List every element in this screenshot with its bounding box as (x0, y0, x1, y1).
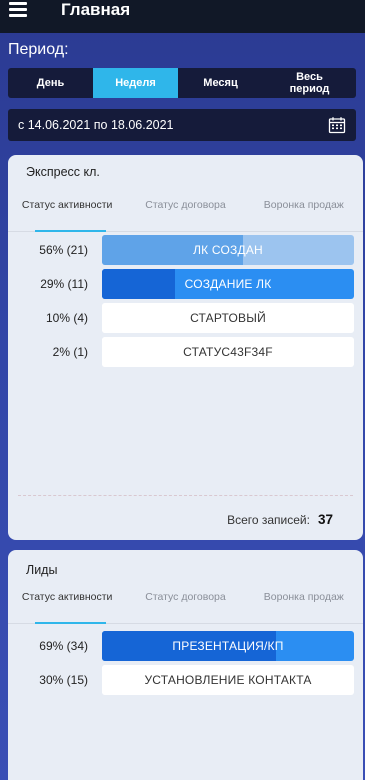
leads-tabs: Статус активности Статус договора Воронк… (8, 588, 363, 624)
row-bar: СОЗДАНИЕ ЛК (102, 269, 354, 299)
express-row[interactable]: 2% (1) СТАТУС43F34F (8, 337, 363, 367)
express-row[interactable]: 29% (11) СОЗДАНИЕ ЛК (8, 269, 363, 299)
leads-row[interactable]: 69% (34) ПРЕЗЕНТАЦИЯ/КП (8, 631, 363, 661)
leads-card-title: Лиды (26, 563, 58, 577)
express-tabs: Статус активности Статус договора Воронк… (8, 196, 363, 232)
row-percent: 56% (21) (39, 243, 88, 257)
row-percent: 30% (15) (39, 673, 88, 687)
leads-row[interactable]: 30% (15) УСТАНОВЛЕНИЕ КОНТАКТА (8, 665, 363, 695)
divider (18, 495, 353, 496)
express-row[interactable]: 10% (4) СТАРТОВЫЙ (8, 303, 363, 333)
date-range-field[interactable]: с 14.06.2021 по 18.06.2021 (8, 109, 356, 141)
tab-contract-status[interactable]: Статус договора (126, 196, 244, 231)
row-bar: ПРЕЗЕНТАЦИЯ/КП (102, 631, 354, 661)
period-selector: День Неделя Месяц Весь период (8, 68, 356, 98)
row-bar: УСТАНОВЛЕНИЕ КОНТАКТА (102, 665, 354, 695)
row-bar: СТАРТОВЫЙ (102, 303, 354, 333)
tab-activity-status[interactable]: Статус активности (8, 588, 126, 624)
calendar-icon[interactable] (328, 116, 346, 134)
period-option-all[interactable]: Весь период (263, 68, 356, 98)
top-app-bar: Главная (0, 0, 365, 33)
row-label: СТАТУС43F34F (183, 345, 273, 359)
row-label: СТАРТОВЫЙ (190, 311, 266, 325)
row-percent: 2% (1) (52, 345, 88, 359)
express-row[interactable]: 56% (21) ЛК СОЗДАН (8, 235, 363, 265)
express-card: Экспресс кл. Статус активности Статус до… (8, 155, 363, 540)
period-option-month[interactable]: Месяц (178, 68, 263, 98)
tab-sales-funnel[interactable]: Воронка продаж (245, 196, 363, 231)
date-range-text: с 14.06.2021 по 18.06.2021 (18, 118, 174, 132)
tab-contract-status[interactable]: Статус договора (126, 588, 244, 623)
row-bar: СТАТУС43F34F (102, 337, 354, 367)
tab-activity-status[interactable]: Статус активности (8, 196, 126, 232)
period-option-all-label: Весь период (289, 71, 330, 95)
row-label: ЛК СОЗДАН (193, 243, 263, 257)
row-bar: ЛК СОЗДАН (102, 235, 354, 265)
total-value: 37 (317, 512, 333, 527)
total-label: Всего записей: (227, 513, 310, 527)
row-label: УСТАНОВЛЕНИЕ КОНТАКТА (144, 673, 312, 687)
total-records: Всего записей: 37 (227, 512, 333, 527)
tab-sales-funnel[interactable]: Воронка продаж (245, 588, 363, 623)
page-title: Главная (61, 0, 131, 19)
period-label: Период: (8, 41, 69, 58)
period-option-day[interactable]: День (8, 68, 93, 98)
row-percent: 10% (4) (45, 311, 88, 325)
row-percent: 69% (34) (39, 639, 88, 653)
row-label: СОЗДАНИЕ ЛК (184, 277, 272, 291)
row-label: ПРЕЗЕНТАЦИЯ/КП (172, 639, 284, 653)
period-option-week[interactable]: Неделя (93, 68, 178, 98)
row-percent: 29% (11) (40, 277, 88, 291)
express-card-title: Экспресс кл. (26, 165, 100, 179)
menu-icon[interactable] (9, 2, 27, 17)
leads-card: Лиды Статус активности Статус договора В… (8, 550, 363, 780)
